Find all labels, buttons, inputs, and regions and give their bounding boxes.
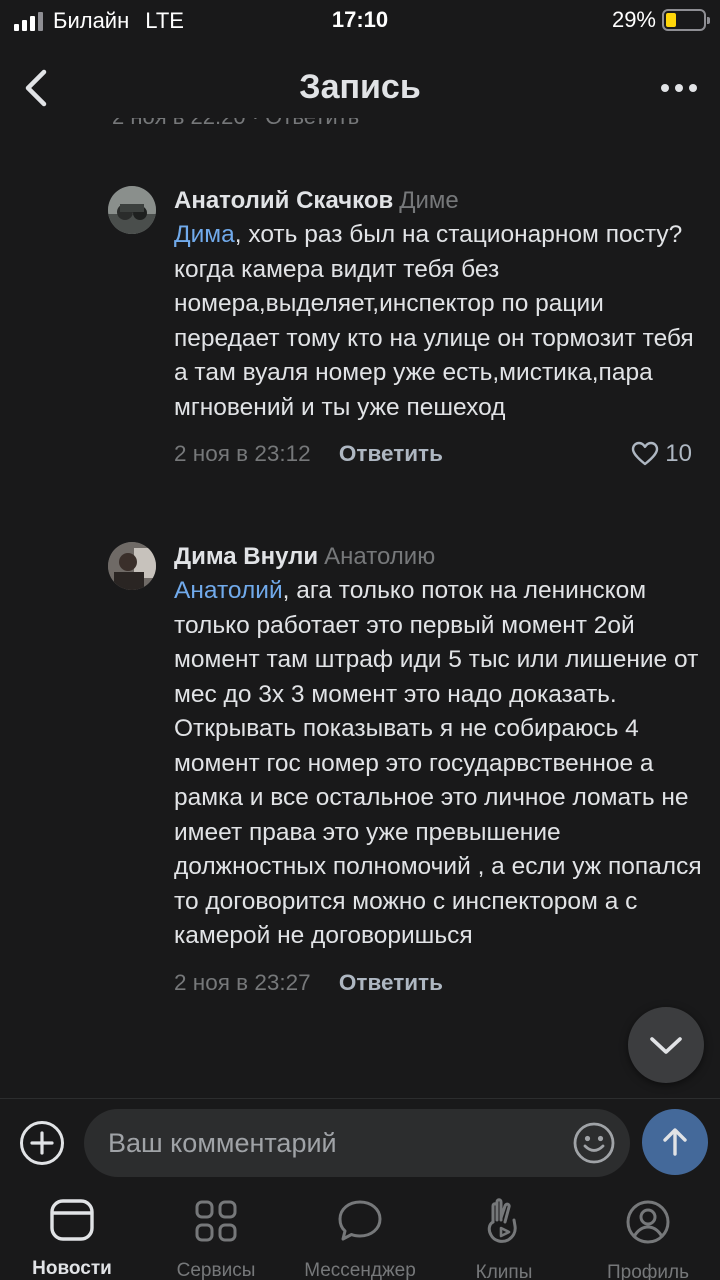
like-button[interactable]: 10	[631, 437, 692, 471]
reply-button[interactable]: Ответить	[339, 970, 443, 995]
more-dot	[661, 84, 669, 92]
add-attachment-button[interactable]	[18, 1119, 66, 1167]
reply-to-name[interactable]: Диме	[399, 187, 459, 214]
comment-input-wrapper	[84, 1109, 630, 1177]
comment-composer	[0, 1098, 720, 1188]
reply-to-name[interactable]: Анатолию	[324, 543, 435, 570]
heart-icon	[632, 441, 659, 466]
comment-text-content: , хоть раз был на стационарном посту?ког…	[174, 221, 694, 421]
comment-header: Дима Внули Анатолию	[174, 540, 710, 574]
profile-icon	[626, 1200, 670, 1244]
nav-header: Запись	[0, 50, 720, 126]
mention-link[interactable]: Анатолий	[174, 577, 283, 604]
arrow-up-icon	[663, 1128, 687, 1156]
tab-label: Мессенджер	[304, 1260, 416, 1280]
avatar[interactable]	[108, 542, 156, 590]
comment-text: Дима, хоть раз был на стационарном посту…	[174, 218, 710, 425]
scroll-down-button[interactable]	[628, 1007, 704, 1083]
comment-body: Дима Внули Анатолию Анатолий, ага только …	[174, 540, 710, 1000]
send-button[interactable]	[642, 1109, 708, 1175]
previous-comment-meta: 2 ноя в 22:20 · Ответить	[112, 118, 690, 142]
battery-percent: 29%	[611, 7, 656, 32]
messenger-icon	[338, 1200, 382, 1241]
tab-clips[interactable]: Клипы	[432, 1190, 576, 1280]
comment-input[interactable]	[108, 1109, 568, 1177]
more-button[interactable]	[656, 72, 702, 104]
post-comments-screen: Билайн LTE 17:10 29% Запись 2 ноя в 22:2…	[0, 0, 720, 1280]
tab-services[interactable]: Сервисы	[144, 1190, 288, 1280]
comment-body: Анатолий Скачков Диме Дима, хоть раз был …	[174, 184, 710, 471]
smile-icon	[573, 1122, 615, 1164]
avatar[interactable]	[108, 186, 156, 234]
status-bar: Билайн LTE 17:10 29%	[0, 0, 720, 44]
comment-text: Анатолий, ага только поток на ленинском …	[174, 574, 710, 954]
chevron-down-icon	[650, 1037, 682, 1054]
tab-news[interactable]: Новости	[0, 1190, 144, 1280]
comment-item: Анатолий Скачков Диме Дима, хоть раз был …	[108, 184, 710, 471]
previous-comment-meta-text: 2 ноя в 22:20 · Ответить	[112, 118, 359, 130]
tab-label: Клипы	[475, 1262, 533, 1280]
comment-header: Анатолий Скачков Диме	[174, 184, 710, 218]
tab-messenger[interactable]: Мессенджер	[288, 1190, 432, 1280]
comment-date: 2 ноя в 23:12	[174, 441, 311, 466]
comment-author[interactable]: Анатолий Скачков	[174, 187, 393, 214]
comment-meta: 2 ноя в 23:27 Ответить	[174, 966, 710, 1000]
tab-label: Новости	[32, 1258, 112, 1279]
tab-profile[interactable]: Профиль	[576, 1190, 720, 1280]
battery-level	[666, 13, 677, 27]
clips-icon	[487, 1198, 517, 1243]
comment-author[interactable]: Дима Внули	[174, 543, 318, 570]
emoji-button[interactable]	[572, 1121, 616, 1165]
tab-bar: Новости Сервисы Мессенджер Клипы Профиль	[0, 1190, 720, 1280]
tab-label: Профиль	[606, 1262, 690, 1280]
battery-icon	[662, 9, 710, 31]
avatar-image	[108, 186, 156, 234]
comment-item: Дима Внули Анатолию Анатолий, ага только …	[108, 540, 710, 1000]
like-count: 10	[665, 440, 692, 467]
avatar-image	[108, 542, 156, 590]
comment-text-content: , ага только поток на ленинском только р…	[174, 577, 702, 949]
comment-date: 2 ноя в 23:27	[174, 969, 311, 995]
more-dot	[689, 84, 697, 92]
status-right: 29%	[611, 7, 710, 33]
page-title: Запись	[299, 68, 421, 106]
plus-circle-icon	[20, 1121, 64, 1165]
comment-meta: 2 ноя в 23:12 Ответить 10	[174, 437, 710, 471]
news-icon	[50, 1199, 94, 1241]
tab-label: Сервисы	[176, 1260, 256, 1280]
mention-link[interactable]: Дима	[174, 221, 235, 248]
reply-button[interactable]: Ответить	[339, 441, 443, 466]
services-icon	[195, 1200, 237, 1242]
more-dot	[675, 84, 683, 92]
